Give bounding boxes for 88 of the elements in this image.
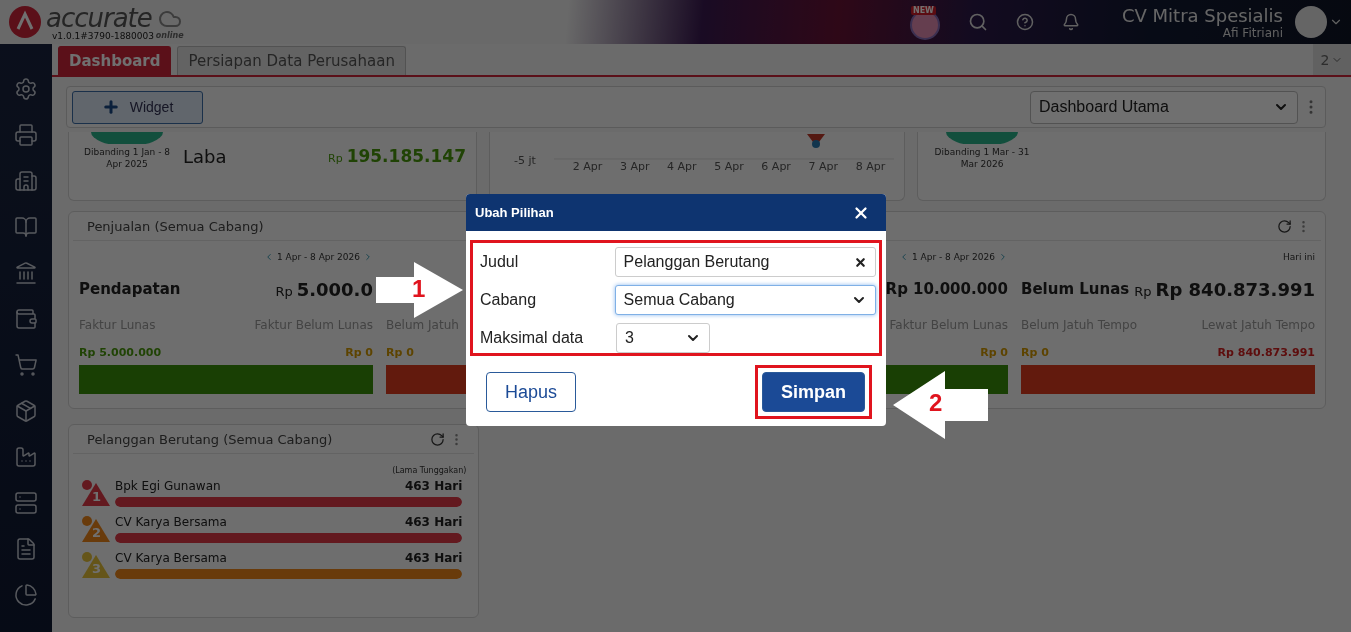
refresh-icon[interactable] xyxy=(430,431,446,447)
dialog-title: Ubah Pilihan xyxy=(475,205,554,220)
rank-number: 1 xyxy=(92,490,102,504)
brand-name: accurate xyxy=(46,4,152,31)
axis-label: 8 Apr xyxy=(855,160,886,173)
save-button[interactable]: Simpan xyxy=(762,372,865,412)
next-icon[interactable] xyxy=(363,252,373,262)
currency-label: Rp xyxy=(275,283,293,299)
donut-chart-drawing xyxy=(91,132,163,144)
select-field[interactable]: 3 xyxy=(616,323,710,353)
company-name: CV Mitra Spesialis xyxy=(1121,4,1283,26)
package-icon xyxy=(14,399,38,423)
field-label: Judul xyxy=(480,253,520,271)
cart-icon xyxy=(14,353,38,377)
clear-icon[interactable] xyxy=(854,255,867,269)
gear-icon xyxy=(14,77,38,101)
warning-triangle-icon xyxy=(81,479,111,507)
column-caption: (Lama Tunggakan) xyxy=(392,466,467,475)
new-badge: NEW xyxy=(910,6,936,15)
version-text: v1.0.1#3790-1880003 xyxy=(52,31,154,41)
refresh-icon[interactable] xyxy=(1277,218,1292,234)
rank-number: 3 xyxy=(92,562,102,576)
total-amount: Rp 840.873.991 xyxy=(1155,278,1315,300)
period-label: Hari ini xyxy=(1282,252,1315,262)
document-icon xyxy=(14,537,38,561)
card-title: Laba xyxy=(183,146,227,167)
axis-label: 4 Apr xyxy=(667,160,697,173)
field-label: Maksimal data xyxy=(480,329,585,347)
overdue-days: 463 Hari xyxy=(404,551,463,565)
pie-chart-icon xyxy=(14,583,38,607)
dashboard-select[interactable]: Dashboard Utama xyxy=(1030,90,1298,124)
stat-amount: Rp 0 xyxy=(1021,345,1049,359)
stat-amount: Rp 0 xyxy=(980,345,1008,359)
axis-label: 5 Apr xyxy=(714,160,744,173)
customer-name: CV Karya Bersama xyxy=(115,515,227,529)
donut-chart-drawing xyxy=(946,132,1018,144)
user-avatar[interactable] xyxy=(1295,6,1327,38)
field-label: Cabang xyxy=(480,291,538,309)
user-name: Afi Fitriani xyxy=(1222,25,1283,40)
right-arrow-icon xyxy=(376,262,463,318)
axis-label: 3 Apr xyxy=(619,160,650,173)
wallet-icon xyxy=(14,307,38,331)
rank-number: 2 xyxy=(92,526,102,540)
date-range: 1 Apr - 8 Apr 2026 xyxy=(911,252,995,262)
currency-label: Rp xyxy=(328,152,343,165)
section-title: Pendapatan xyxy=(79,280,181,298)
server-icon xyxy=(14,491,38,515)
total-amount: Rp 10.000.000 xyxy=(885,280,1008,298)
profit-amount: 195.185.147 xyxy=(346,146,466,166)
total-amount: 5.000.0 xyxy=(296,278,373,300)
next-icon[interactable] xyxy=(998,252,1008,262)
step-number: 1 xyxy=(412,275,426,303)
search-icon[interactable] xyxy=(967,12,988,32)
comparison-text: Dibanding 1 Jan - 8 Apr 2025 xyxy=(83,146,171,170)
axis-label: 2 Apr xyxy=(572,160,603,173)
step-number: 2 xyxy=(929,389,943,417)
axis-label: 7 Apr xyxy=(808,160,839,173)
axis-tick: -5 jt xyxy=(514,154,537,167)
date-range: 1 Apr - 8 Apr 2026 xyxy=(276,252,360,262)
comparison-text: Dibanding 1 Mar - 31 Mar 2026 xyxy=(934,146,1030,170)
factory-icon xyxy=(14,445,38,469)
bell-icon[interactable] xyxy=(1061,13,1080,31)
brand-suffix: online xyxy=(155,30,184,40)
warning-triangle-icon xyxy=(81,551,111,579)
stat-amount: Rp 0 xyxy=(345,345,373,359)
stat-amount: Rp 0 xyxy=(386,345,414,359)
warning-triangle-icon xyxy=(81,515,111,543)
printer-icon xyxy=(14,123,38,147)
overdue-days: 463 Hari xyxy=(404,515,463,529)
overdue-days: 463 Hari xyxy=(404,479,463,493)
card-title: Penjualan (Semua Cabang) xyxy=(87,218,264,234)
delete-button[interactable]: Hapus xyxy=(486,372,577,412)
customer-name: Bpk Egi Gunawan xyxy=(115,479,221,493)
building-icon xyxy=(14,169,38,193)
stat-amount: Rp 840.873.991 xyxy=(1217,345,1315,359)
help-icon[interactable] xyxy=(1015,13,1034,31)
plus-icon xyxy=(101,98,120,116)
customer-name: CV Karya Bersama xyxy=(115,551,227,565)
bank-icon xyxy=(14,261,38,285)
select-field[interactable]: Semua Cabang xyxy=(614,285,876,315)
section-title: Belum Lunas xyxy=(1021,280,1130,298)
input-field[interactable]: Pelanggan Berutang xyxy=(614,247,876,277)
logo-icon xyxy=(8,4,42,39)
card-title: Pelanggan Berutang (Semua Cabang) xyxy=(87,431,333,447)
axis-label: 6 Apr xyxy=(761,160,791,173)
book-icon xyxy=(14,215,38,239)
stat-amount: Rp 5.000.000 xyxy=(79,345,162,359)
currency-label: Rp xyxy=(1134,283,1152,299)
